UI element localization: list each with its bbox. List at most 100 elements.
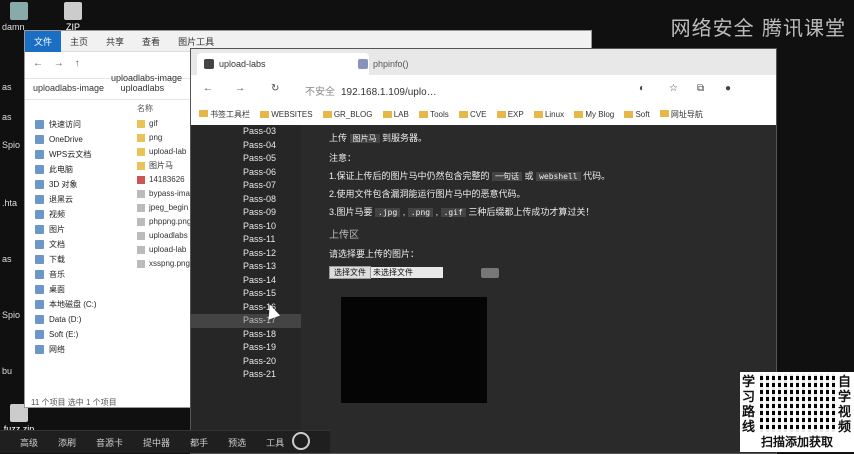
- nav-item[interactable]: 桌面: [25, 282, 127, 297]
- back-icon[interactable]: ←: [33, 58, 43, 69]
- desktop-label: damn: [2, 22, 25, 32]
- pass-link[interactable]: Pass-09: [191, 206, 301, 220]
- ribbon-tab-view[interactable]: 查看: [133, 31, 169, 52]
- list-item[interactable]: png: [137, 131, 197, 145]
- pass-link[interactable]: Pass-14: [191, 274, 301, 288]
- bookmark-item[interactable]: Linux: [533, 110, 564, 119]
- bookmark-item[interactable]: GR_BLOG: [322, 110, 373, 119]
- taskbar: 高级 添刷 音源卡 提中器 都手 预选 工具: [0, 430, 330, 453]
- up-icon[interactable]: ↑: [75, 58, 80, 69]
- breadcrumb-item[interactable]: uploadlabs-image: [33, 83, 104, 93]
- note-item-1: 1.保证上传后的图片马中仍然包含完整的 一句话 或 webshell 代码。: [329, 171, 611, 181]
- profile-icon[interactable]: ●: [725, 83, 731, 94]
- list-item[interactable]: 图片马: [137, 159, 197, 173]
- folder-icon: [260, 111, 270, 118]
- ribbon-tab-home[interactable]: 主页: [61, 31, 97, 52]
- pass-link[interactable]: Pass-12: [191, 247, 301, 261]
- tab-upload-labs[interactable]: upload-labs: [197, 53, 369, 75]
- nav-item[interactable]: 3D 对象: [25, 177, 127, 192]
- favorites-icon[interactable]: ☆: [669, 83, 678, 94]
- nav-item[interactable]: 此电脑: [25, 162, 127, 177]
- back-icon[interactable]: ←: [203, 83, 213, 94]
- pass-link[interactable]: Pass-19: [191, 341, 301, 355]
- bookmark-item[interactable]: LAB: [382, 110, 409, 119]
- list-item[interactable]: upload-lab: [137, 145, 197, 159]
- browser-window[interactable]: upload-labs phpinfo() ← → ↻ 不安全 192.168.1…: [190, 48, 777, 454]
- url-field[interactable]: 不安全 192.168.1.109/uplo…: [305, 83, 437, 98]
- upload-submit-button[interactable]: [481, 268, 499, 278]
- nav-item[interactable]: 视频: [25, 207, 127, 222]
- desktop-icon-zip[interactable]: ZIP: [56, 2, 90, 32]
- pass-link[interactable]: Pass-06: [191, 166, 301, 180]
- list-item[interactable]: xsspng.png: [137, 257, 197, 271]
- nav-item[interactable]: 网络: [25, 342, 127, 357]
- bookmark-item[interactable]: WEBSITES: [260, 110, 313, 119]
- bookmark-item[interactable]: Soft: [624, 110, 650, 119]
- forward-icon[interactable]: →: [235, 83, 245, 94]
- pass-link[interactable]: Pass-21: [191, 368, 301, 382]
- taskbar-item[interactable]: 都手: [190, 436, 208, 449]
- breadcrumb-item[interactable]: uploadlabs: [121, 83, 165, 93]
- pass-link-hover[interactable]: Pass-17: [191, 314, 301, 328]
- nav-item[interactable]: WPS云文档: [25, 147, 127, 162]
- bookmark-item[interactable]: Tools: [419, 110, 449, 119]
- list-item[interactable]: uploadlabs: [137, 229, 197, 243]
- nav-item[interactable]: 下载: [25, 252, 127, 267]
- bookmark-item[interactable]: 书签工具栏: [199, 109, 250, 120]
- list-item[interactable]: phppng.png: [137, 215, 197, 229]
- pass-link[interactable]: Pass-11: [191, 233, 301, 247]
- bookmark-item[interactable]: CVE: [459, 110, 486, 119]
- nav-item[interactable]: 本地磁盘 (C:): [25, 297, 127, 312]
- pass-link[interactable]: Pass-10: [191, 220, 301, 234]
- collections-icon[interactable]: ⧉: [697, 83, 704, 94]
- reload-icon[interactable]: ↻: [271, 83, 279, 94]
- forward-icon[interactable]: →: [54, 58, 64, 69]
- list-item[interactable]: gif: [137, 117, 197, 131]
- list-item[interactable]: jpeg_begin: [137, 201, 197, 215]
- nav-item[interactable]: 快速访问: [25, 117, 127, 132]
- bookmark-item[interactable]: EXP: [496, 110, 524, 119]
- pass-link[interactable]: Pass-08: [191, 193, 301, 207]
- bookmarks-bar: 书签工具栏 WEBSITES GR_BLOG LAB Tools CVE EXP…: [191, 105, 776, 126]
- bookmark-item[interactable]: 网址导航: [659, 109, 703, 120]
- taskbar-item[interactable]: 提中器: [143, 436, 170, 449]
- list-item[interactable]: bypass-ima: [137, 187, 197, 201]
- tab-phpinfo[interactable]: phpinfo(): [351, 53, 483, 75]
- taskbar-item[interactable]: 音源卡: [96, 436, 123, 449]
- address-path[interactable]: uploadlabs-image: [111, 73, 182, 83]
- taskbar-item[interactable]: 添刷: [58, 436, 76, 449]
- ribbon-tab-share[interactable]: 共享: [97, 31, 133, 52]
- pass-link[interactable]: Pass-07: [191, 179, 301, 193]
- list-item[interactable]: upload-lab: [137, 243, 197, 257]
- pass-link[interactable]: Pass-05: [191, 152, 301, 166]
- pass-link[interactable]: Pass-04: [191, 139, 301, 153]
- taskbar-item[interactable]: 工具: [266, 436, 284, 449]
- nav-item[interactable]: Soft (E:): [25, 327, 127, 342]
- pass-link[interactable]: Pass-15: [191, 287, 301, 301]
- power-icon[interactable]: [292, 432, 310, 450]
- nav-item[interactable]: OneDrive: [25, 132, 127, 147]
- pass-link[interactable]: Pass-16: [191, 301, 301, 315]
- computer-icon: [35, 165, 44, 174]
- nav-item[interactable]: 音乐: [25, 267, 127, 282]
- address-bar-row: ← → ↻ 不安全 192.168.1.109/uplo… ◐ ☆ ⧉ ●: [191, 75, 776, 105]
- taskbar-item[interactable]: 预选: [228, 436, 246, 449]
- extension-icon[interactable]: ◐: [639, 83, 645, 94]
- choose-file-button[interactable]: 选择文件: [329, 266, 371, 279]
- pass-link[interactable]: Pass-20: [191, 355, 301, 369]
- pass-link[interactable]: Pass-18: [191, 328, 301, 342]
- desktop-icon[interactable]: [2, 2, 36, 22]
- pass-link[interactable]: Pass-03: [191, 125, 301, 139]
- ribbon-tab-file[interactable]: 文件: [25, 31, 62, 52]
- folder-icon: [137, 120, 145, 128]
- taskbar-item[interactable]: 高级: [20, 436, 38, 449]
- nav-item[interactable]: 图片: [25, 222, 127, 237]
- name-column-header[interactable]: 名称: [137, 103, 153, 114]
- nav-item[interactable]: 文档: [25, 237, 127, 252]
- nav-item[interactable]: Data (D:): [25, 312, 127, 327]
- nav-item[interactable]: 退黑云: [25, 192, 127, 207]
- file-input[interactable]: 选择文件 未选择文件: [329, 266, 443, 279]
- pass-link[interactable]: Pass-13: [191, 260, 301, 274]
- bookmark-item[interactable]: My Blog: [574, 110, 614, 119]
- list-item[interactable]: 14183626: [137, 173, 197, 187]
